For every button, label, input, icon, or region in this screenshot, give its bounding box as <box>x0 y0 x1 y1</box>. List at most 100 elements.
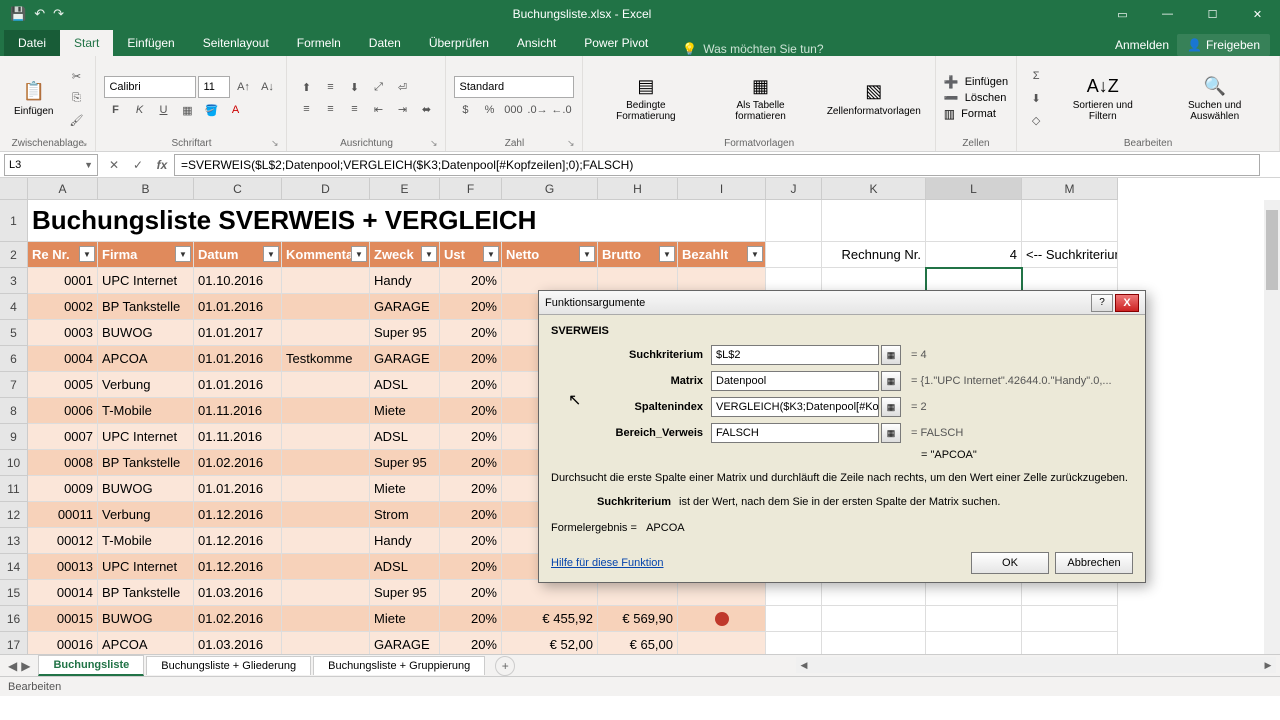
cell-zweck[interactable]: Miete <box>370 606 440 632</box>
table-header-2[interactable]: Datum▼ <box>194 242 282 268</box>
cell-firma[interactable]: UPC Internet <box>98 424 194 450</box>
cell-firma[interactable]: BUWOG <box>98 476 194 502</box>
save-icon[interactable]: 💾 <box>10 6 26 22</box>
underline-button[interactable]: U <box>152 100 174 120</box>
indent-left-icon[interactable]: ⇤ <box>367 99 389 119</box>
redo-icon[interactable]: ↷ <box>53 6 64 22</box>
row-header-14[interactable]: 14 <box>0 554 28 580</box>
cell-kommentar[interactable] <box>282 580 370 606</box>
row-header-11[interactable]: 11 <box>0 476 28 502</box>
cell-netto[interactable]: € 455,92 <box>502 606 598 632</box>
tab-start[interactable]: Start <box>60 30 113 56</box>
table-header-1[interactable]: Firma▼ <box>98 242 194 268</box>
cell-kommentar[interactable] <box>282 372 370 398</box>
cell-ust[interactable]: 20% <box>440 450 502 476</box>
table-header-6[interactable]: Netto▼ <box>502 242 598 268</box>
cell-ust[interactable]: 20% <box>440 424 502 450</box>
name-box[interactable]: L3▼ <box>4 154 98 176</box>
cell-datum[interactable]: 01.01.2016 <box>194 476 282 502</box>
tab-powerpivot[interactable]: Power Pivot <box>570 30 662 56</box>
tab-datei[interactable]: Datei <box>4 30 60 56</box>
cell-L[interactable] <box>926 606 1022 632</box>
range-selector-icon[interactable]: ▦ <box>881 345 901 365</box>
filter-dropdown-icon[interactable]: ▼ <box>79 246 95 262</box>
cell-netto[interactable] <box>502 580 598 606</box>
cell[interactable] <box>1022 606 1118 632</box>
tab-formeln[interactable]: Formeln <box>283 30 355 56</box>
close-icon[interactable]: ✕ <box>1235 0 1280 28</box>
col-header-D[interactable]: D <box>282 178 370 200</box>
cell-nr[interactable]: 0004 <box>28 346 98 372</box>
font-name-combo[interactable]: Calibri <box>104 76 196 98</box>
cell-ust[interactable]: 20% <box>440 476 502 502</box>
cell-ust[interactable]: 20% <box>440 372 502 398</box>
cell-bezahlt[interactable] <box>678 632 766 654</box>
paste-button[interactable]: 📋Einfügen <box>8 78 59 119</box>
cell[interactable] <box>766 242 822 268</box>
cell-kommentar[interactable] <box>282 268 370 294</box>
signin-link[interactable]: Anmelden <box>1115 38 1169 52</box>
cell-nr[interactable]: 00015 <box>28 606 98 632</box>
fill-color-icon[interactable]: 🪣 <box>200 100 222 120</box>
table-header-7[interactable]: Brutto▼ <box>598 242 678 268</box>
cell-nr[interactable]: 0006 <box>28 398 98 424</box>
cell-nr[interactable]: 0007 <box>28 424 98 450</box>
format-painter-icon[interactable]: 🖌 <box>65 110 87 130</box>
share-button[interactable]: 👤Freigeben <box>1177 34 1270 56</box>
cancel-formula-icon[interactable]: ✕ <box>102 154 126 176</box>
merge-icon[interactable]: ⬌ <box>415 99 437 119</box>
filter-dropdown-icon[interactable]: ▼ <box>747 246 763 262</box>
cell-zweck[interactable]: Handy <box>370 528 440 554</box>
col-header-G[interactable]: G <box>502 178 598 200</box>
cell-zweck[interactable]: Miete <box>370 398 440 424</box>
cell-zweck[interactable]: ADSL <box>370 424 440 450</box>
cell-datum[interactable]: 01.01.2016 <box>194 346 282 372</box>
tell-me[interactable]: 💡Was möchten Sie tun? <box>682 42 823 56</box>
percent-icon[interactable]: % <box>478 100 500 120</box>
cell-zweck[interactable]: Miete <box>370 476 440 502</box>
decrease-decimal-icon[interactable]: ←.0 <box>550 100 572 120</box>
cell-L[interactable] <box>926 580 1022 606</box>
cell-ust[interactable]: 20% <box>440 554 502 580</box>
cell-datum[interactable]: 01.10.2016 <box>194 268 282 294</box>
scroll-right-icon[interactable]: ▶ <box>1260 657 1276 673</box>
row-header-7[interactable]: 7 <box>0 372 28 398</box>
font-size-combo[interactable]: 11 <box>198 76 230 98</box>
cell-netto[interactable]: € 52,00 <box>502 632 598 654</box>
table-header-4[interactable]: Zweck▼ <box>370 242 440 268</box>
comma-icon[interactable]: 000 <box>502 100 524 120</box>
cell-kommentar[interactable] <box>282 398 370 424</box>
filter-dropdown-icon[interactable]: ▼ <box>421 246 437 262</box>
cell[interactable] <box>766 606 822 632</box>
cell-nr[interactable]: 00012 <box>28 528 98 554</box>
cell-kommentar[interactable]: Testkomme <box>282 346 370 372</box>
vertical-scrollbar[interactable] <box>1264 200 1280 654</box>
row-header-3[interactable]: 3 <box>0 268 28 294</box>
cell-nr[interactable]: 0009 <box>28 476 98 502</box>
font-color-icon[interactable]: A <box>224 100 246 120</box>
row-header-16[interactable]: 16 <box>0 606 28 632</box>
dialog-help-icon[interactable]: ? <box>1091 294 1113 312</box>
cell-firma[interactable]: APCOA <box>98 346 194 372</box>
tab-seitenlayout[interactable]: Seitenlayout <box>189 30 283 56</box>
cell-kommentar[interactable] <box>282 476 370 502</box>
range-selector-icon[interactable]: ▦ <box>881 397 901 417</box>
cell-kommentar[interactable] <box>282 450 370 476</box>
cell-kommentar[interactable] <box>282 294 370 320</box>
autosum-icon[interactable]: Σ <box>1025 66 1047 86</box>
row-header-2[interactable]: 2 <box>0 242 28 268</box>
dialog-close-icon[interactable]: X <box>1115 294 1139 312</box>
cell[interactable] <box>926 200 1022 242</box>
enter-formula-icon[interactable]: ✓ <box>126 154 150 176</box>
cell-firma[interactable]: Verbung <box>98 502 194 528</box>
cell-nr[interactable]: 0001 <box>28 268 98 294</box>
row-header-6[interactable]: 6 <box>0 346 28 372</box>
col-header-E[interactable]: E <box>370 178 440 200</box>
cell-datum[interactable]: 01.12.2016 <box>194 528 282 554</box>
wrap-text-icon[interactable]: ⏎ <box>391 77 413 97</box>
cell[interactable] <box>766 580 822 606</box>
clear-icon[interactable]: ◇ <box>1025 110 1047 130</box>
side-value[interactable]: 4 <box>926 242 1022 268</box>
conditional-formatting-button[interactable]: ▤Bedingte Formatierung <box>591 72 700 124</box>
cell-ust[interactable]: 20% <box>440 346 502 372</box>
